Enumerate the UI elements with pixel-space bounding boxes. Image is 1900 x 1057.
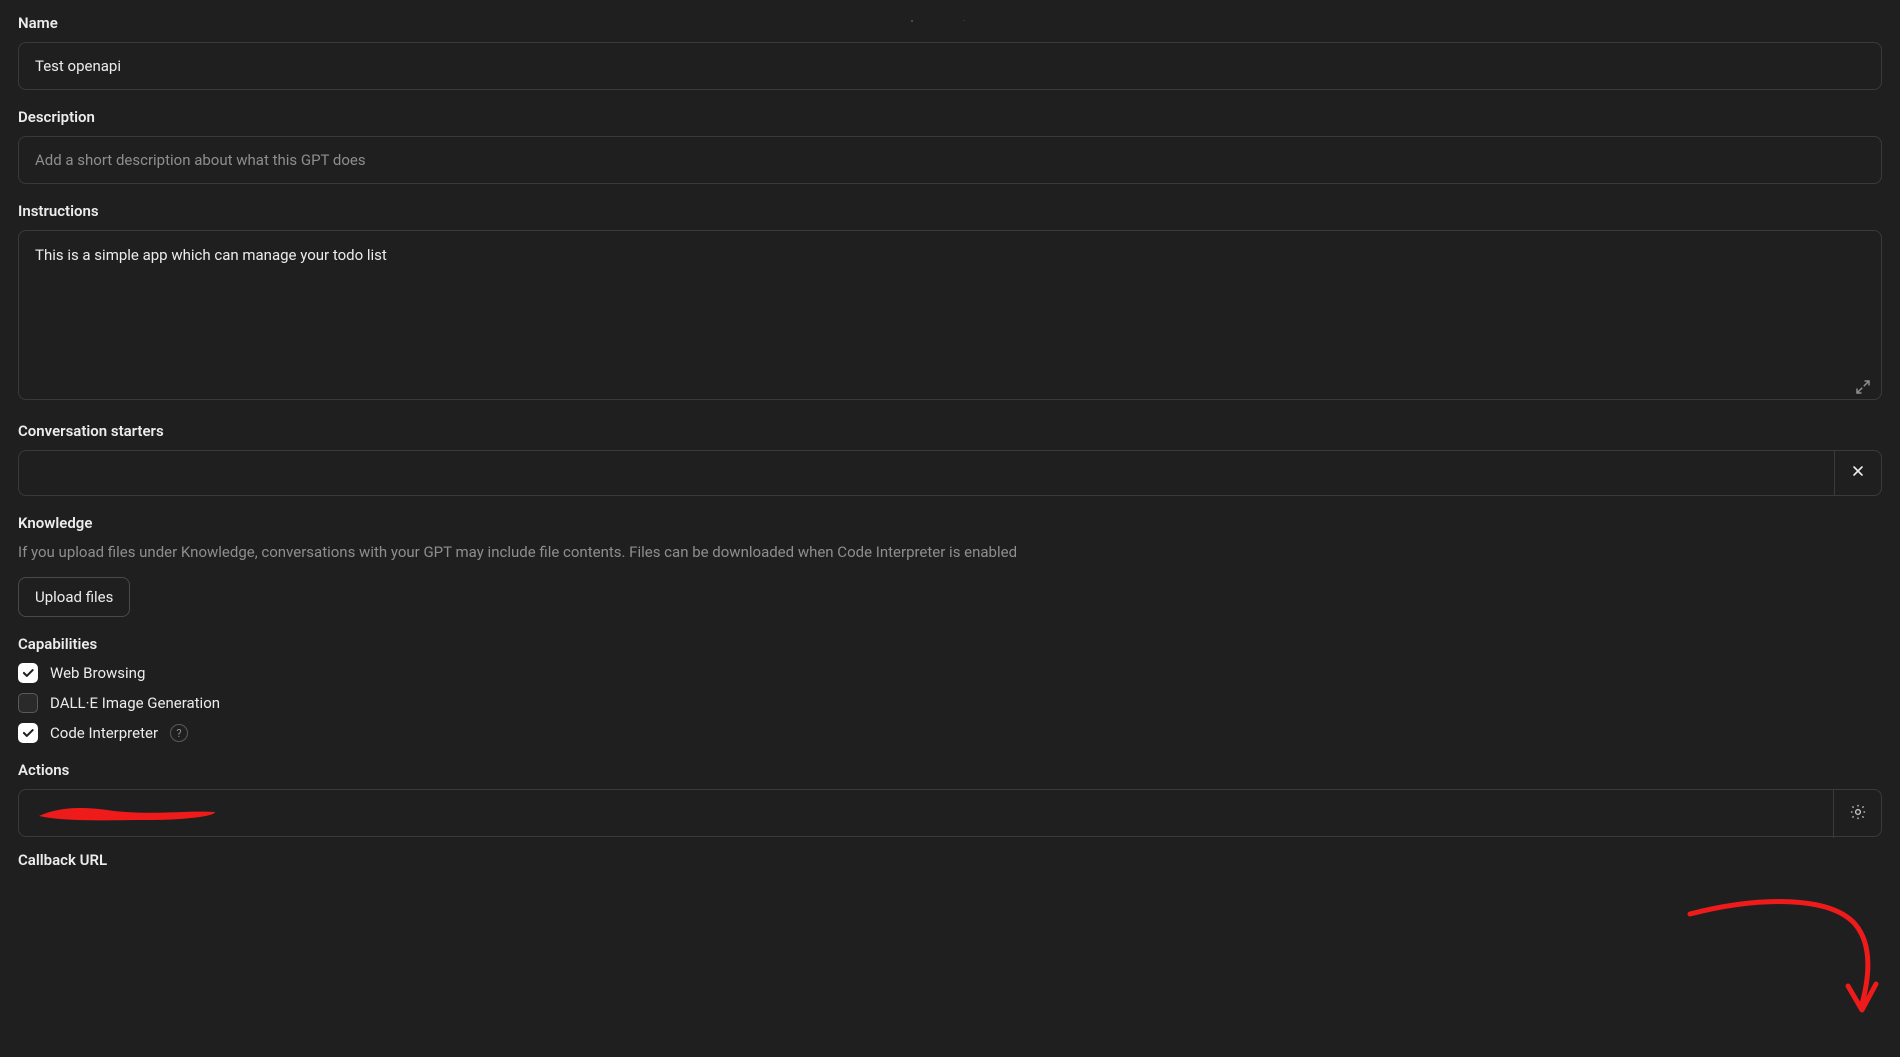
description-label: Description (18, 108, 1882, 126)
actions-label: Actions (18, 761, 1882, 779)
capability-checkbox-code-interpreter[interactable] (18, 723, 38, 743)
capability-label: DALL·E Image Generation (50, 694, 220, 712)
gear-icon (1849, 803, 1867, 825)
conversation-starters-section: Conversation starters (18, 422, 1882, 496)
capabilities-label: Capabilities (18, 635, 1882, 653)
close-icon (1850, 463, 1866, 483)
capability-checkbox-dalle[interactable] (18, 693, 38, 713)
capability-checkbox-web-browsing[interactable] (18, 663, 38, 683)
description-input[interactable] (18, 136, 1882, 184)
upload-files-button[interactable]: Upload files (18, 577, 130, 617)
capabilities-section: Capabilities Web Browsing DALL·E Image G… (18, 635, 1882, 743)
knowledge-section: Knowledge If you upload files under Know… (18, 514, 1882, 617)
expand-icon[interactable] (1854, 378, 1872, 396)
instructions-section: Instructions (18, 202, 1882, 404)
capability-label: Code Interpreter (50, 724, 158, 742)
actions-section: Actions (18, 761, 1882, 837)
instructions-textarea[interactable] (18, 230, 1882, 400)
name-input[interactable] (18, 42, 1882, 90)
name-section: Name (18, 14, 1882, 90)
capability-code-interpreter: Code Interpreter ? (18, 723, 1882, 743)
action-settings-button[interactable] (1833, 790, 1881, 838)
help-icon[interactable]: ? (170, 724, 188, 742)
capability-label: Web Browsing (50, 664, 145, 682)
starter-input[interactable] (18, 450, 1834, 496)
annotation-arrow-icon (1680, 894, 1880, 1034)
starter-remove-button[interactable] (1834, 450, 1882, 496)
starter-row (18, 450, 1882, 496)
description-section: Description (18, 108, 1882, 184)
capability-dalle: DALL·E Image Generation (18, 693, 1882, 713)
callback-url-section: Callback URL (18, 851, 1882, 869)
name-label: Name (18, 14, 1882, 32)
capability-web-browsing: Web Browsing (18, 663, 1882, 683)
callback-url-label: Callback URL (18, 851, 1882, 869)
instructions-label: Instructions (18, 202, 1882, 220)
knowledge-label: Knowledge (18, 514, 1882, 532)
redacted-action-name (37, 802, 217, 824)
starters-label: Conversation starters (18, 422, 1882, 440)
action-item[interactable] (18, 789, 1882, 837)
knowledge-description: If you upload files under Knowledge, con… (18, 542, 1882, 563)
